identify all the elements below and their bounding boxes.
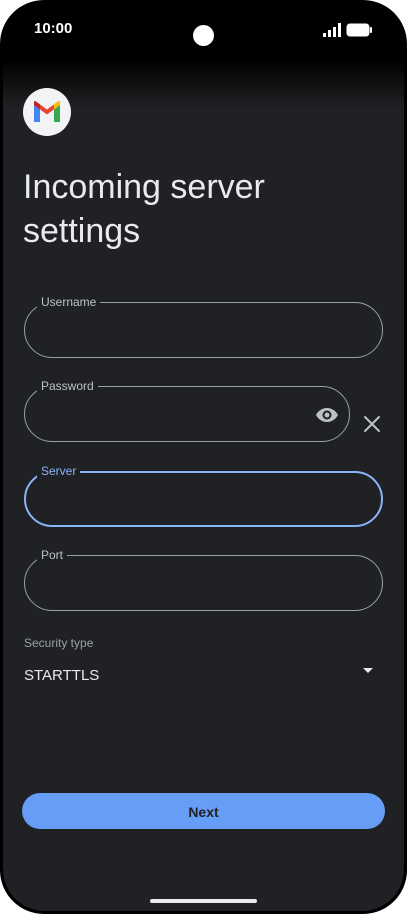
dropdown-arrow-icon[interactable]	[361, 664, 375, 678]
password-label: Password	[37, 378, 98, 394]
close-icon[interactable]	[361, 413, 383, 435]
security-type-label: Security type	[24, 636, 94, 650]
home-indicator[interactable]	[150, 899, 257, 903]
username-input[interactable]	[43, 319, 364, 343]
password-field[interactable]: Password	[24, 378, 350, 442]
password-input[interactable]	[43, 403, 305, 427]
phone-frame: 10:00 Incoming server settings Username …	[0, 0, 407, 914]
battery-icon	[346, 23, 372, 37]
next-button[interactable]: Next	[22, 793, 385, 829]
gmail-logo-icon	[23, 88, 71, 136]
screen: 10:00 Incoming server settings Username …	[3, 3, 404, 911]
status-bar: 10:00	[3, 3, 404, 59]
front-camera	[193, 25, 214, 46]
server-field[interactable]: Server	[24, 463, 383, 527]
port-field[interactable]: Port	[24, 547, 383, 611]
signal-icon	[323, 23, 341, 37]
eye-icon[interactable]	[315, 403, 339, 427]
username-label: Username	[37, 294, 101, 310]
status-time: 10:00	[34, 20, 73, 37]
server-label: Server	[37, 463, 81, 479]
port-label: Port	[37, 547, 68, 563]
port-input[interactable]	[43, 572, 364, 596]
username-field[interactable]: Username	[24, 294, 383, 358]
page-title: Incoming server settings	[23, 168, 265, 250]
server-input[interactable]	[44, 489, 363, 513]
security-type-select[interactable]: STARTTLS	[24, 667, 99, 684]
